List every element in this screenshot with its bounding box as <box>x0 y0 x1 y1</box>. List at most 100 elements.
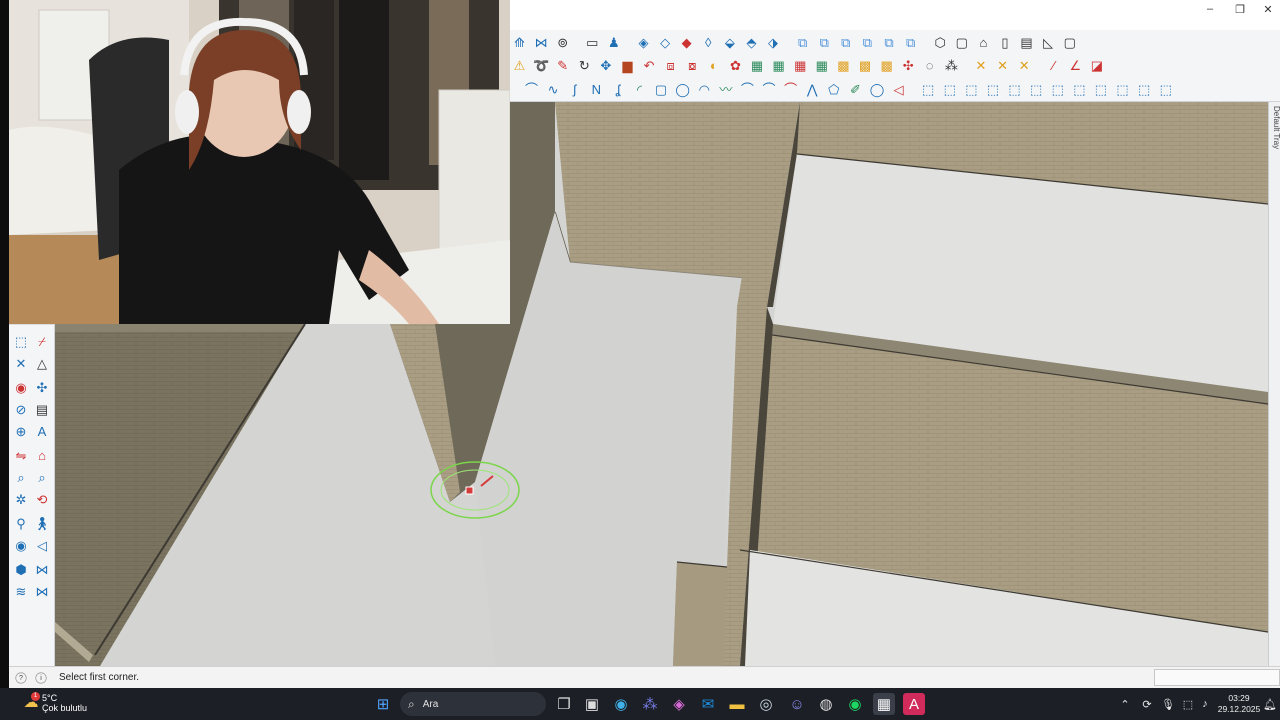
section-plane-icon[interactable]: ◁ <box>33 536 51 554</box>
xray-icon[interactable]: ▢ <box>952 33 971 52</box>
polyline-icon[interactable]: ⋀ <box>803 80 822 99</box>
steam-icon[interactable]: ◎ <box>755 693 777 715</box>
bell-icon[interactable]: 🔔︎ <box>1262 696 1278 712</box>
tile-icon[interactable]: ▩ <box>834 56 853 75</box>
walk-icon[interactable]: 🚶︎ <box>33 514 51 532</box>
grid-icon[interactable]: ▦ <box>748 56 767 75</box>
line-icon[interactable]: ⁄ <box>1044 56 1063 75</box>
axes-icon[interactable]: ⊕ <box>12 422 30 440</box>
view-front-icon[interactable]: ◆ <box>677 33 696 52</box>
view-right-icon[interactable]: ◊ <box>699 33 718 52</box>
paint-tool-icon[interactable]: ⌂ <box>33 446 51 464</box>
measurements-box[interactable] <box>1154 669 1280 686</box>
zoom-extents-icon[interactable]: ✲ <box>12 490 30 508</box>
extrude-2-icon[interactable]: ⬚ <box>1027 80 1046 99</box>
wave-icon[interactable]: 〰 <box>716 80 735 99</box>
materials-icon[interactable]: ✿ <box>726 56 745 75</box>
extrude-8-icon[interactable]: ⬚ <box>1156 80 1175 99</box>
text-tool-icon[interactable]: ▤ <box>33 400 51 418</box>
look-around-icon[interactable]: ◉ <box>12 536 30 554</box>
select-icon[interactable]: ⬚ <box>12 332 30 350</box>
discord-icon[interactable]: ☺ <box>786 693 808 715</box>
arc-6-icon[interactable]: ⌒ <box>781 80 800 99</box>
tool-icon[interactable]: ⟰ <box>510 33 529 52</box>
arc-2-icon[interactable]: ◜ <box>630 80 649 99</box>
rotate-tool-icon[interactable]: ✣ <box>33 378 51 396</box>
hidden-line-icon[interactable]: ▤ <box>1017 33 1036 52</box>
bucket-icon[interactable]: ▆ <box>618 56 637 75</box>
shaded-icon[interactable]: ◺ <box>1039 33 1058 52</box>
back-edges-icon[interactable]: ⌂ <box>974 33 993 52</box>
section-icon[interactable]: ⇋ <box>12 446 30 464</box>
offset-icon[interactable]: ⬚ <box>962 80 981 99</box>
outlook-icon[interactable]: ✉ <box>697 693 719 715</box>
taskbar-search[interactable]: ⌕ Ara <box>400 692 546 716</box>
undo-icon[interactable]: ↶ <box>640 56 659 75</box>
zoom-window-icon[interactable]: ⌕ <box>33 468 51 486</box>
grid-4-icon[interactable]: ▦ <box>812 56 831 75</box>
task-view-icon[interactable]: ❐ <box>553 693 575 715</box>
network-icon[interactable]: ⬚ <box>1180 696 1196 712</box>
wireframe-icon[interactable]: ▯ <box>995 33 1014 52</box>
extrude-7-icon[interactable]: ⬚ <box>1135 80 1154 99</box>
pipette-icon[interactable]: ✐ <box>846 80 865 99</box>
store-icon[interactable]: ▣ <box>581 693 603 715</box>
default-tray-tab[interactable]: Default Tray <box>1268 102 1280 666</box>
position-camera-icon[interactable]: ⚲ <box>12 514 30 532</box>
dimension-icon[interactable]: A <box>33 422 51 440</box>
subtract-icon[interactable]: ⧉ <box>836 33 855 52</box>
warehouse-icon[interactable]: ⬢ <box>12 560 30 578</box>
extrude-icon[interactable]: ⬚ <box>1005 80 1024 99</box>
curve-icon[interactable]: ʆ <box>608 80 627 99</box>
triangle-icon[interactable]: △ <box>33 354 51 372</box>
warning-icon[interactable]: ⚠ <box>510 56 529 75</box>
square-line-icon[interactable]: ◪ <box>1087 56 1106 75</box>
freehand-icon[interactable]: ∿ <box>544 80 563 99</box>
cross-icon[interactable]: ✕ <box>971 56 990 75</box>
zoom-icon[interactable]: ⌕ <box>12 468 30 486</box>
intersect-icon[interactable]: ⧉ <box>858 33 877 52</box>
tile-2-icon[interactable]: ▩ <box>856 56 875 75</box>
cone-icon[interactable]: ◁ <box>889 80 908 99</box>
scale-icon[interactable]: ⬚ <box>983 80 1002 99</box>
extrude-5-icon[interactable]: ⬚ <box>1091 80 1110 99</box>
lasso-icon[interactable]: ➰ <box>532 56 551 75</box>
follow-me-icon[interactable]: ⬚ <box>940 80 959 99</box>
teams-icon[interactable]: ⁂ <box>639 693 661 715</box>
copilot-icon[interactable]: ◈ <box>668 693 690 715</box>
grid-3-icon[interactable]: ▦ <box>791 56 810 75</box>
view-back-icon[interactable]: ⬙ <box>720 33 739 52</box>
paint-icon[interactable]: ✎ <box>553 56 572 75</box>
monochrome-icon[interactable]: ▢ <box>1060 33 1079 52</box>
circle-icon[interactable]: ◯ <box>673 80 692 99</box>
sketchup-icon[interactable]: ▦ <box>873 693 895 715</box>
outer-shell-icon[interactable]: ⧉ <box>793 33 812 52</box>
style-icon[interactable]: ⬡ <box>931 33 950 52</box>
move-icon[interactable]: ✥ <box>596 56 615 75</box>
extrude-4-icon[interactable]: ⬚ <box>1070 80 1089 99</box>
move-tool-icon[interactable]: ◉ <box>12 378 30 396</box>
microphone-icon[interactable]: 🎙︎ <box>1160 696 1176 712</box>
path-icon[interactable]: ʃ <box>565 80 584 99</box>
union-icon[interactable]: ⧉ <box>815 33 834 52</box>
cross-2-icon[interactable]: ✕ <box>993 56 1012 75</box>
tool-icon[interactable]: ⋈ <box>532 33 551 52</box>
angle-icon[interactable]: ∠ <box>1066 56 1085 75</box>
help-icon[interactable]: ? <box>15 671 27 684</box>
component-icon[interactable]: ⧈ <box>661 56 680 75</box>
tool-icon[interactable]: ⊚ <box>553 33 572 52</box>
chevron-up-icon[interactable]: ⌃ <box>1117 696 1133 712</box>
extrude-3-icon[interactable]: ⬚ <box>1048 80 1067 99</box>
rotate-icon[interactable]: ↻ <box>575 56 594 75</box>
new-file-icon[interactable]: ▭ <box>583 33 602 52</box>
circle-dots-icon[interactable]: ◌ <box>920 56 939 75</box>
split-icon[interactable]: ⧉ <box>901 33 920 52</box>
arc-icon[interactable]: ⌒ <box>522 80 541 99</box>
view-bottom-icon[interactable]: ⬗ <box>764 33 783 52</box>
ellipse-icon[interactable]: ◯ <box>868 80 887 99</box>
close-button[interactable]: ✕ <box>1252 0 1280 18</box>
eraser-icon[interactable]: ⌿ <box>33 332 51 350</box>
trim-icon[interactable]: ⧉ <box>880 33 899 52</box>
layers-icon[interactable]: ≋ <box>12 582 30 600</box>
view-iso-icon[interactable]: ◈ <box>634 33 653 52</box>
